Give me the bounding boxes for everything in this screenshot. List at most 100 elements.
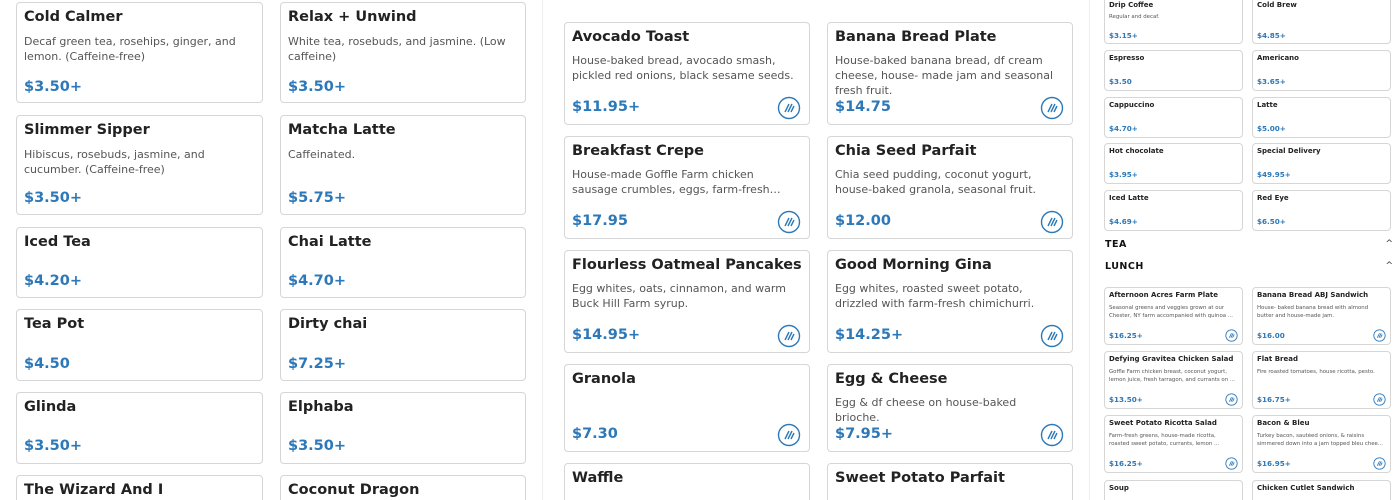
menu-item-card[interactable]: Chia Seed Parfait Chia seed pudding, coc… — [827, 136, 1073, 239]
item-price: $6.50+ — [1257, 217, 1286, 226]
menu-item-card[interactable]: The Wizard And I — [16, 475, 263, 500]
menu-item-card[interactable]: Drip Coffee Regular and decaf. $3.15+ — [1104, 0, 1243, 44]
item-description: Egg whites, oats, cinnamon, and warm Buc… — [572, 282, 786, 310]
menu-item-card[interactable]: Sweet Potato Ricotta Salad Farm-fresh gr… — [1104, 415, 1243, 473]
menu-item-card[interactable]: Special Delivery $49.95+ — [1252, 143, 1391, 184]
item-description: House-baked banana bread, df cream chees… — [835, 54, 1054, 97]
section-header-tea[interactable]: TEA ^ — [1105, 237, 1395, 249]
item-title: Coconut Dragon — [288, 482, 420, 498]
item-price: $4.50 — [24, 356, 70, 372]
menu-item-card[interactable]: Latte $5.00+ — [1252, 97, 1391, 138]
menu-item-card[interactable]: Cold Calmer Decaf green tea, rosehips, g… — [16, 2, 263, 103]
dashpass-icon — [1373, 393, 1386, 406]
section-label: LUNCH — [1105, 261, 1144, 272]
item-title: Cold Calmer — [24, 9, 123, 25]
menu-item-card[interactable]: Breakfast Crepe House-made Goffle Farm c… — [564, 136, 810, 239]
menu-item-card[interactable]: Banana Bread ABJ Sandwich House- baked b… — [1252, 287, 1391, 345]
menu-item-card[interactable]: Iced Tea $4.20+ — [16, 227, 263, 298]
menu-item-card[interactable]: Avocado Toast House-baked bread, avocado… — [564, 22, 810, 125]
item-title: Sweet Potato Parfait — [835, 470, 1005, 486]
menu-item-card[interactable]: Defying Gravitea Chicken Salad Goffle Fa… — [1104, 351, 1243, 409]
menu-item-card[interactable]: Afternoon Acres Farm Plate Seasonal gree… — [1104, 287, 1243, 345]
menu-item-card[interactable]: Hot chocolate $3.95+ — [1104, 143, 1243, 184]
menu-item-card[interactable]: Egg & Cheese Egg & df cheese on house-ba… — [827, 364, 1073, 452]
item-title: Breakfast Crepe — [572, 143, 705, 159]
item-title: Chia Seed Parfait — [835, 143, 977, 159]
item-description: Egg whites, roasted sweet potato, drizzl… — [835, 282, 1035, 310]
pane-divider — [542, 0, 543, 500]
menu-item-card[interactable]: Tea Pot $4.50 — [16, 309, 263, 381]
menu-item-card[interactable]: Good Morning Gina Egg whites, roasted sw… — [827, 250, 1073, 353]
menu-item-card[interactable]: Matcha Latte Caffeinated. $5.75+ — [280, 115, 526, 215]
item-description: Hibiscus, rosebuds, jasmine, and cucumbe… — [24, 148, 205, 176]
item-title: Chicken Cutlet Sandwich — [1257, 484, 1355, 492]
section-header-lunch[interactable]: LUNCH ^ — [1105, 259, 1395, 275]
item-price: $17.95 — [572, 213, 628, 229]
menu-item-card[interactable]: Flourless Oatmeal Pancakes Egg whites, o… — [564, 250, 810, 353]
dashpass-icon — [777, 324, 801, 348]
dashpass-icon — [1040, 210, 1064, 234]
item-title: Defying Gravitea Chicken Salad — [1109, 355, 1234, 363]
item-title: Hot chocolate — [1109, 147, 1164, 155]
item-title: Relax + Unwind — [288, 9, 417, 25]
item-price: $4.20+ — [24, 273, 83, 289]
item-title: Glinda — [24, 399, 77, 415]
item-price: $4.70+ — [288, 273, 347, 289]
dashpass-icon — [777, 96, 801, 120]
dashpass-icon — [777, 423, 801, 447]
item-title: Elphaba — [288, 399, 354, 415]
menu-item-card[interactable]: Glinda $3.50+ — [16, 392, 263, 464]
item-description: House-made Goffle Farm chicken sausage c… — [572, 168, 770, 196]
item-description: Turkey bacon, sautéed onions, & raisins … — [1257, 433, 1383, 447]
item-price: $4.69+ — [1109, 217, 1138, 226]
dashpass-icon — [1225, 457, 1238, 470]
item-price: $12.00 — [835, 213, 891, 229]
menu-item-card[interactable]: Soup — [1104, 480, 1243, 500]
item-title: Iced Latte — [1109, 194, 1149, 202]
menu-item-card[interactable]: Dirty chai $7.25+ — [280, 309, 526, 381]
menu-item-card[interactable]: Iced Latte $4.69+ — [1104, 190, 1243, 231]
item-price: $16.75+ — [1257, 395, 1291, 404]
item-title: Waffle — [572, 470, 624, 486]
item-description: House- baked banana bread with almond bu… — [1257, 305, 1369, 319]
menu-item-card[interactable]: Slimmer Sipper Hibiscus, rosebuds, jasmi… — [16, 115, 263, 215]
item-title: Slimmer Sipper — [24, 122, 150, 138]
menu-item-card[interactable]: Bacon & Bleu Turkey bacon, sautéed onion… — [1252, 415, 1391, 473]
chevron-up-icon: ^ — [1385, 239, 1393, 249]
item-title: The Wizard And I — [24, 482, 164, 498]
item-title: Avocado Toast — [572, 29, 690, 45]
menu-item-card[interactable]: Waffle — [564, 463, 810, 500]
menu-item-card[interactable]: Sweet Potato Parfait — [827, 463, 1073, 500]
dashpass-icon — [1373, 457, 1386, 470]
item-price: $3.50+ — [288, 79, 347, 95]
item-description: Chia seed pudding, coconut yogurt, house… — [835, 168, 1037, 196]
item-price: $3.95+ — [1109, 170, 1138, 179]
item-title: Cappuccino — [1109, 101, 1155, 109]
pane-divider — [1089, 0, 1090, 500]
item-price: $4.70+ — [1109, 124, 1138, 133]
item-description: House-baked bread, avocado smash, pickle… — [572, 54, 794, 82]
menu-item-card[interactable]: Coconut Dragon — [280, 475, 526, 500]
menu-item-card[interactable]: Elphaba $3.50+ — [280, 392, 526, 464]
chevron-up-icon: ^ — [1385, 261, 1393, 271]
item-price: $7.25+ — [288, 356, 347, 372]
item-title: Bacon & Bleu — [1257, 419, 1310, 427]
menu-item-card[interactable]: Chicken Cutlet Sandwich — [1252, 480, 1391, 500]
menu-item-card[interactable]: Espresso $3.50 — [1104, 50, 1243, 91]
menu-item-card[interactable]: Relax + Unwind White tea, rosebuds, and … — [280, 2, 526, 103]
item-title: Flourless Oatmeal Pancakes — [572, 257, 802, 273]
menu-item-card[interactable]: Cold Brew $4.85+ — [1252, 0, 1391, 44]
item-description: Caffeinated. — [288, 148, 356, 161]
menu-item-card[interactable]: Flat Bread Fire roasted tomatoes, house … — [1252, 351, 1391, 409]
menu-item-card[interactable]: Chai Latte $4.70+ — [280, 227, 526, 298]
item-price: $3.50+ — [24, 190, 83, 206]
menu-item-card[interactable]: Banana Bread Plate House-baked banana br… — [827, 22, 1073, 125]
menu-item-card[interactable]: Granola $7.30 — [564, 364, 810, 452]
item-title: Egg & Cheese — [835, 371, 948, 387]
menu-item-card[interactable]: Americano $3.65+ — [1252, 50, 1391, 91]
item-title: Iced Tea — [24, 234, 91, 250]
menu-item-card[interactable]: Red Eye $6.50+ — [1252, 190, 1391, 231]
menu-item-card[interactable]: Cappuccino $4.70+ — [1104, 97, 1243, 138]
item-description: Fire roasted tomatoes, house ricotta, pe… — [1257, 369, 1375, 375]
item-title: Good Morning Gina — [835, 257, 992, 273]
